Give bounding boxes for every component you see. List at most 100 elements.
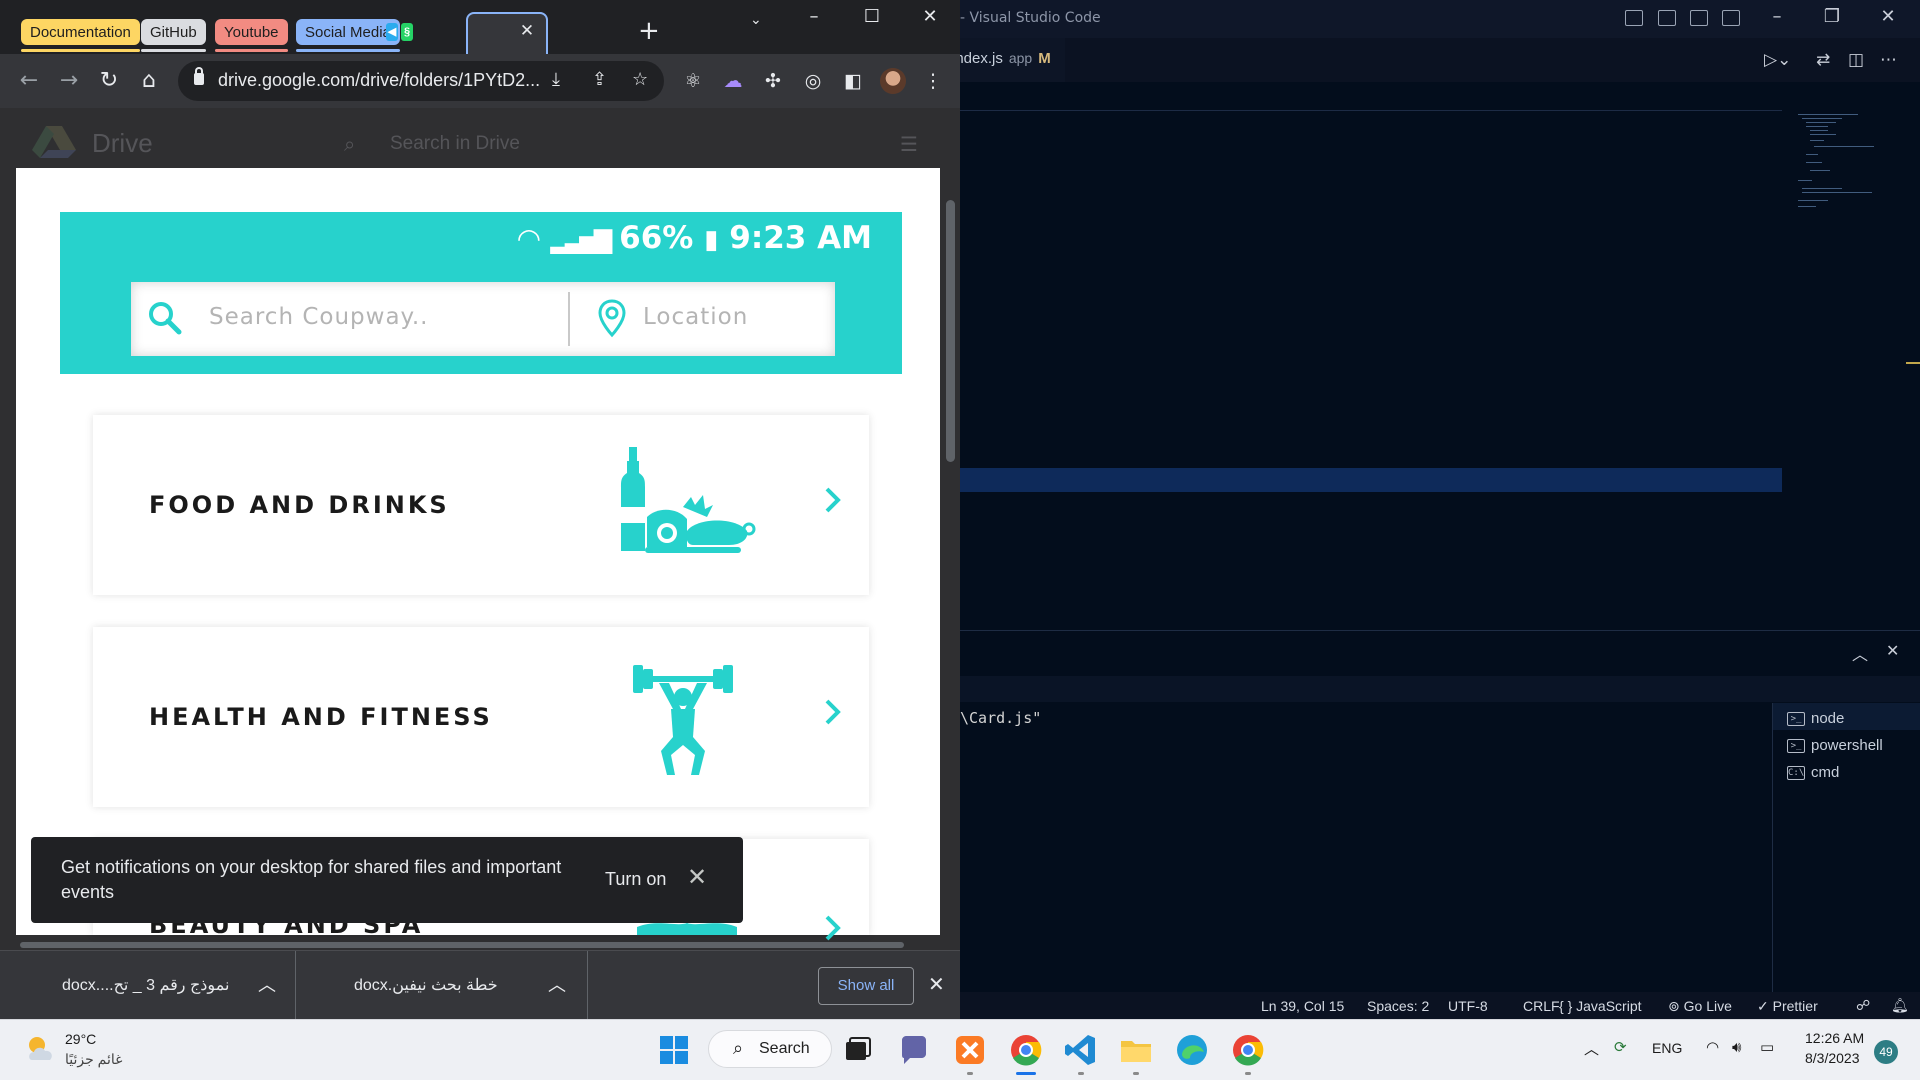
clock-date[interactable]: 8/3/2023 <box>1805 1050 1860 1066</box>
whatsapp-favicon[interactable]: § <box>401 23 413 41</box>
terminal-item-cmd[interactable]: C:\ cmd <box>1773 757 1920 784</box>
panel-subbar <box>960 676 1920 702</box>
tab-group-social-media[interactable]: Social Media <box>296 19 400 52</box>
vscode-minimize-button[interactable]: – <box>1757 6 1797 27</box>
performance-icon[interactable]: ◎ <box>800 68 826 94</box>
preview-vertical-scrollbar[interactable] <box>946 200 955 462</box>
toggle-panel-icon[interactable] <box>1658 10 1676 26</box>
status-golive[interactable]: ⊚ Go Live <box>1668 998 1732 1015</box>
chrome-taskbar-icon[interactable] <box>1008 1032 1044 1068</box>
editor-tab-index-js[interactable]: index.js app M <box>952 38 1065 82</box>
close-icon[interactable]: ✕ <box>687 863 707 891</box>
turn-on-button[interactable]: Turn on <box>605 869 666 890</box>
weather-partly-cloudy-icon[interactable] <box>24 1032 58 1066</box>
vscode-restore-button[interactable]: ❐ <box>1812 6 1852 27</box>
new-tab-button[interactable]: + <box>638 16 660 46</box>
minimap[interactable] <box>1790 110 1880 220</box>
task-view-icon[interactable] <box>840 1032 876 1068</box>
feedback-icon[interactable]: ☍ <box>1856 998 1870 1014</box>
bookmark-star-icon[interactable]: ☆ <box>632 69 648 90</box>
compare-changes-icon[interactable]: ⇄ <box>1816 50 1830 70</box>
toggle-primary-sidebar-icon[interactable] <box>1625 10 1643 26</box>
terminal-item-powershell[interactable]: >_ powershell <box>1773 730 1920 757</box>
chevron-right-icon[interactable] <box>823 485 843 515</box>
status-encoding[interactable]: UTF-8 <box>1448 998 1488 1014</box>
back-arrow-icon[interactable]: ← <box>14 66 44 96</box>
status-prettier[interactable]: ✓ Prettier <box>1757 998 1818 1015</box>
reload-icon[interactable]: ↻ <box>94 66 124 96</box>
forward-arrow-icon[interactable]: → <box>54 66 84 96</box>
status-cursor-position[interactable]: Ln 39, Col 15 <box>1261 998 1344 1014</box>
bell-icon[interactable]: 🔔︎ <box>1891 998 1909 1014</box>
tab-search-icon[interactable]: ⌄ <box>750 12 762 28</box>
profile-avatar[interactable] <box>880 68 906 94</box>
maximize-panel-icon[interactable]: ︿ <box>1852 641 1868 665</box>
running-indicator <box>1133 1072 1139 1075</box>
extension-cloud-icon[interactable]: ☁ <box>720 68 746 94</box>
tab-group-youtube[interactable]: Youtube <box>215 19 288 52</box>
terminal-output[interactable]: \Card.js" <box>960 709 1041 727</box>
chrome-maximize-button[interactable]: ☐ <box>850 6 894 27</box>
tab-group-documentation[interactable]: Documentation <box>21 19 140 52</box>
close-downloads-icon[interactable]: ✕ <box>928 972 945 996</box>
status-language[interactable]: { } JavaScript <box>1559 998 1642 1014</box>
code-editor[interactable] <box>960 82 1920 630</box>
download-item[interactable]: خطة بحث نيفين.docx ︿ <box>296 951 588 1020</box>
side-panel-icon[interactable]: ◧ <box>840 68 866 94</box>
notification-count-badge[interactable]: 49 <box>1874 1040 1898 1064</box>
battery-charging-icon[interactable]: ▭ <box>1760 1038 1774 1056</box>
chevron-right-icon[interactable] <box>823 697 843 727</box>
share-icon[interactable]: ⇪ <box>592 69 607 90</box>
file-explorer-icon[interactable] <box>1118 1032 1154 1068</box>
weather-temperature[interactable]: 29°C <box>65 1031 96 1047</box>
download-filename: نموذج رقم 3 _ تح....docx <box>62 977 230 994</box>
react-devtools-icon[interactable]: ⚛ <box>680 68 706 94</box>
toggle-secondary-sidebar-icon[interactable] <box>1690 10 1708 26</box>
taskbar-search[interactable]: ⌕ Search <box>708 1030 832 1068</box>
status-eol[interactable]: CRLF <box>1523 998 1560 1014</box>
close-panel-icon[interactable]: ✕ <box>1886 641 1899 660</box>
input-language[interactable]: ENG <box>1652 1040 1682 1056</box>
status-indentation[interactable]: Spaces: 2 <box>1367 998 1429 1014</box>
url-text[interactable]: drive.google.com/drive/folders/1PYtD2... <box>218 70 540 91</box>
teams-chat-icon[interactable] <box>896 1032 932 1068</box>
split-editor-icon[interactable]: ◫ <box>1848 50 1864 70</box>
more-actions-icon[interactable]: ⋯ <box>1880 50 1897 70</box>
chevron-up-icon[interactable]: ︿ <box>548 971 566 997</box>
tab-group-underline <box>141 49 206 52</box>
clock-time[interactable]: 12:26 AM <box>1805 1030 1864 1046</box>
install-app-icon[interactable]: ⤓ <box>552 69 560 90</box>
search-icon: ⌕ <box>733 1038 744 1059</box>
address-bar[interactable]: drive.google.com/drive/folders/1PYtD2...… <box>178 61 664 101</box>
show-all-button[interactable]: Show all <box>818 967 914 1005</box>
customize-layout-icon[interactable] <box>1722 10 1740 26</box>
preview-horizontal-scrollbar[interactable] <box>20 942 904 948</box>
show-hidden-icons-chevron[interactable]: ︿ <box>1584 1038 1599 1059</box>
edge-icon[interactable] <box>1174 1032 1210 1068</box>
tab-group-github[interactable]: GitHub <box>141 19 206 52</box>
chevron-up-icon[interactable]: ︿ <box>258 971 276 997</box>
sync-icon[interactable]: ⟳ <box>1614 1038 1627 1056</box>
chrome-menu-icon[interactable]: ⋮ <box>920 68 946 94</box>
vscode-close-button[interactable]: ✕ <box>1868 6 1908 27</box>
terminal-item-node[interactable]: >_ node <box>1773 703 1920 730</box>
terminal-list: >_ node >_ powershell C:\ cmd <box>1772 703 1920 993</box>
chrome-minimize-button[interactable]: – <box>792 6 836 27</box>
telegram-favicon[interactable]: ◀ <box>386 23 398 41</box>
chrome-close-button[interactable]: ✕ <box>908 6 952 27</box>
wifi-icon[interactable]: ◠ <box>1706 1038 1719 1056</box>
run-debug-icon[interactable]: ▷⌄ <box>1764 50 1791 70</box>
home-icon[interactable]: ⌂ <box>134 66 164 96</box>
xampp-icon[interactable] <box>952 1032 988 1068</box>
extensions-puzzle-icon[interactable]: ✣ <box>760 68 786 94</box>
windows-start-icon[interactable] <box>656 1032 692 1068</box>
vscode-taskbar-icon[interactable] <box>1063 1032 1099 1068</box>
file-preview-image[interactable]: ◠ ▂▃▅▇ 66% ▮ 9:23 AM Search Coupway.. Lo… <box>16 168 940 941</box>
weather-description[interactable]: غائم جزئيًا <box>65 1051 122 1068</box>
chevron-right-icon[interactable] <box>823 913 843 943</box>
volume-icon[interactable]: 🔊︎ <box>1732 1038 1741 1056</box>
tab-group-underline <box>296 49 400 52</box>
download-item[interactable]: نموذج رقم 3 _ تح....docx ︿ <box>0 951 296 1020</box>
chrome-profile-taskbar-icon[interactable] <box>1230 1032 1266 1068</box>
tab-close-icon[interactable]: ✕ <box>516 20 538 42</box>
